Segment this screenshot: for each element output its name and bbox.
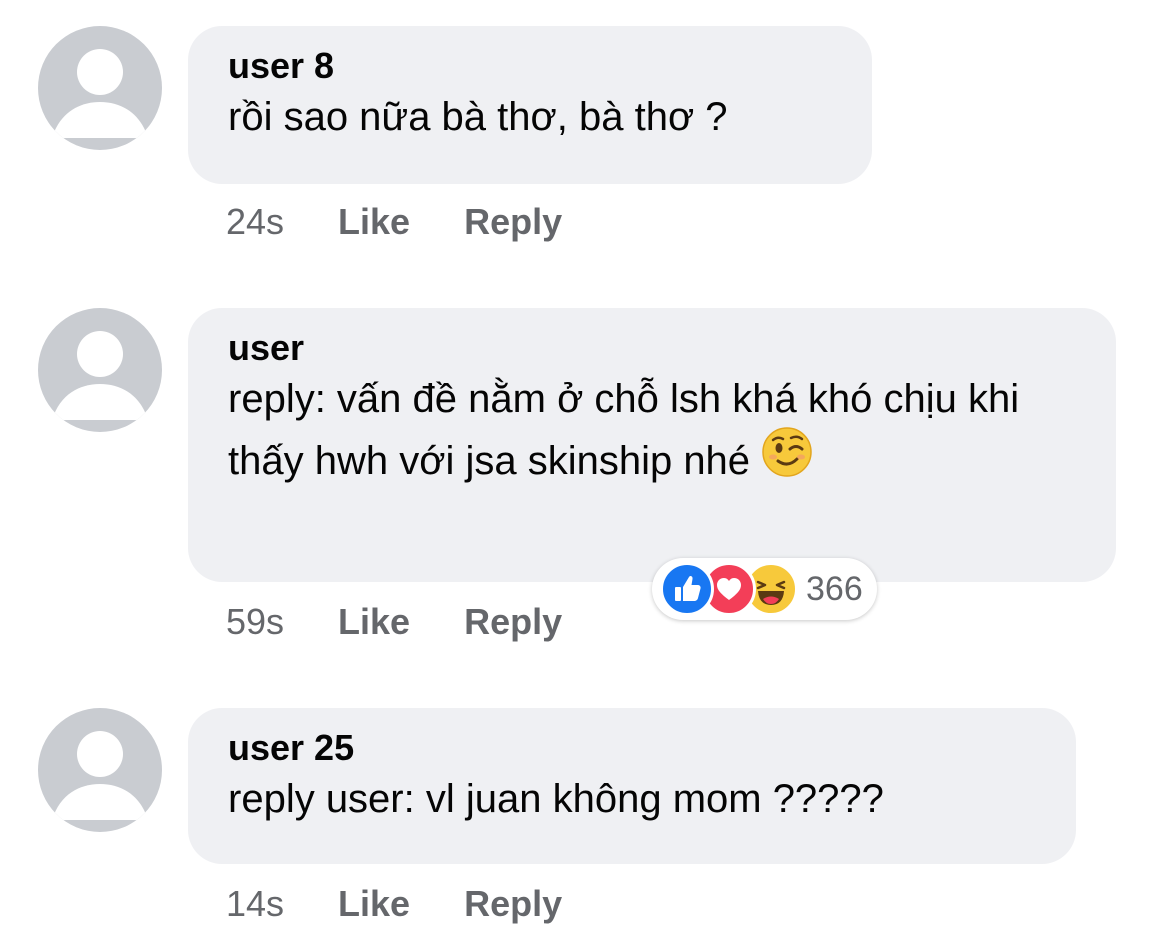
comment-text: reply: vấn đề nằm ở chỗ lsh khá khó chịu… bbox=[228, 368, 1076, 496]
avatar[interactable] bbox=[38, 26, 162, 150]
like-button[interactable]: Like bbox=[338, 201, 410, 242]
comment-text: rồi sao nữa bà thơ, bà thơ ? bbox=[228, 95, 728, 139]
comment-bubble: user 8 rồi sao nữa bà thơ, bà thơ ? bbox=[188, 26, 872, 184]
comment-timestamp[interactable]: 24s bbox=[226, 201, 284, 242]
comment-actions: 14s Like Reply bbox=[226, 884, 616, 924]
winking-face-emoji-icon bbox=[761, 426, 813, 496]
comment-author[interactable]: user 25 bbox=[228, 728, 1036, 768]
reply-button[interactable]: Reply bbox=[464, 601, 562, 642]
comment-text: reply user: vl juan không mom ????? bbox=[228, 777, 884, 821]
comment-timestamp[interactable]: 59s bbox=[226, 601, 284, 642]
like-button[interactable]: Like bbox=[338, 601, 410, 642]
comment-text-body: reply: vấn đề nằm ở chỗ lsh khá khó chịu… bbox=[228, 377, 1020, 483]
comment-bubble: user reply: vấn đề nằm ở chỗ lsh khá khó… bbox=[188, 308, 1116, 582]
like-button[interactable]: Like bbox=[338, 883, 410, 924]
comment-timestamp[interactable]: 14s bbox=[226, 883, 284, 924]
default-user-icon bbox=[52, 49, 148, 138]
reactions-summary[interactable]: 366 bbox=[652, 558, 877, 620]
reply-button[interactable]: Reply bbox=[464, 201, 562, 242]
avatar[interactable] bbox=[38, 308, 162, 432]
comment-actions: 24s Like Reply bbox=[226, 202, 616, 242]
reply-button[interactable]: Reply bbox=[464, 883, 562, 924]
like-reaction-icon bbox=[660, 562, 714, 616]
comment-actions: 59s Like Reply bbox=[226, 602, 616, 642]
comment-author[interactable]: user 8 bbox=[228, 46, 832, 86]
reaction-count: 366 bbox=[806, 569, 863, 608]
avatar[interactable] bbox=[38, 708, 162, 832]
comment-author[interactable]: user bbox=[228, 328, 1076, 368]
default-user-icon bbox=[52, 731, 148, 820]
comment-bubble: user 25 reply user: vl juan không mom ??… bbox=[188, 708, 1076, 864]
default-user-icon bbox=[52, 331, 148, 420]
